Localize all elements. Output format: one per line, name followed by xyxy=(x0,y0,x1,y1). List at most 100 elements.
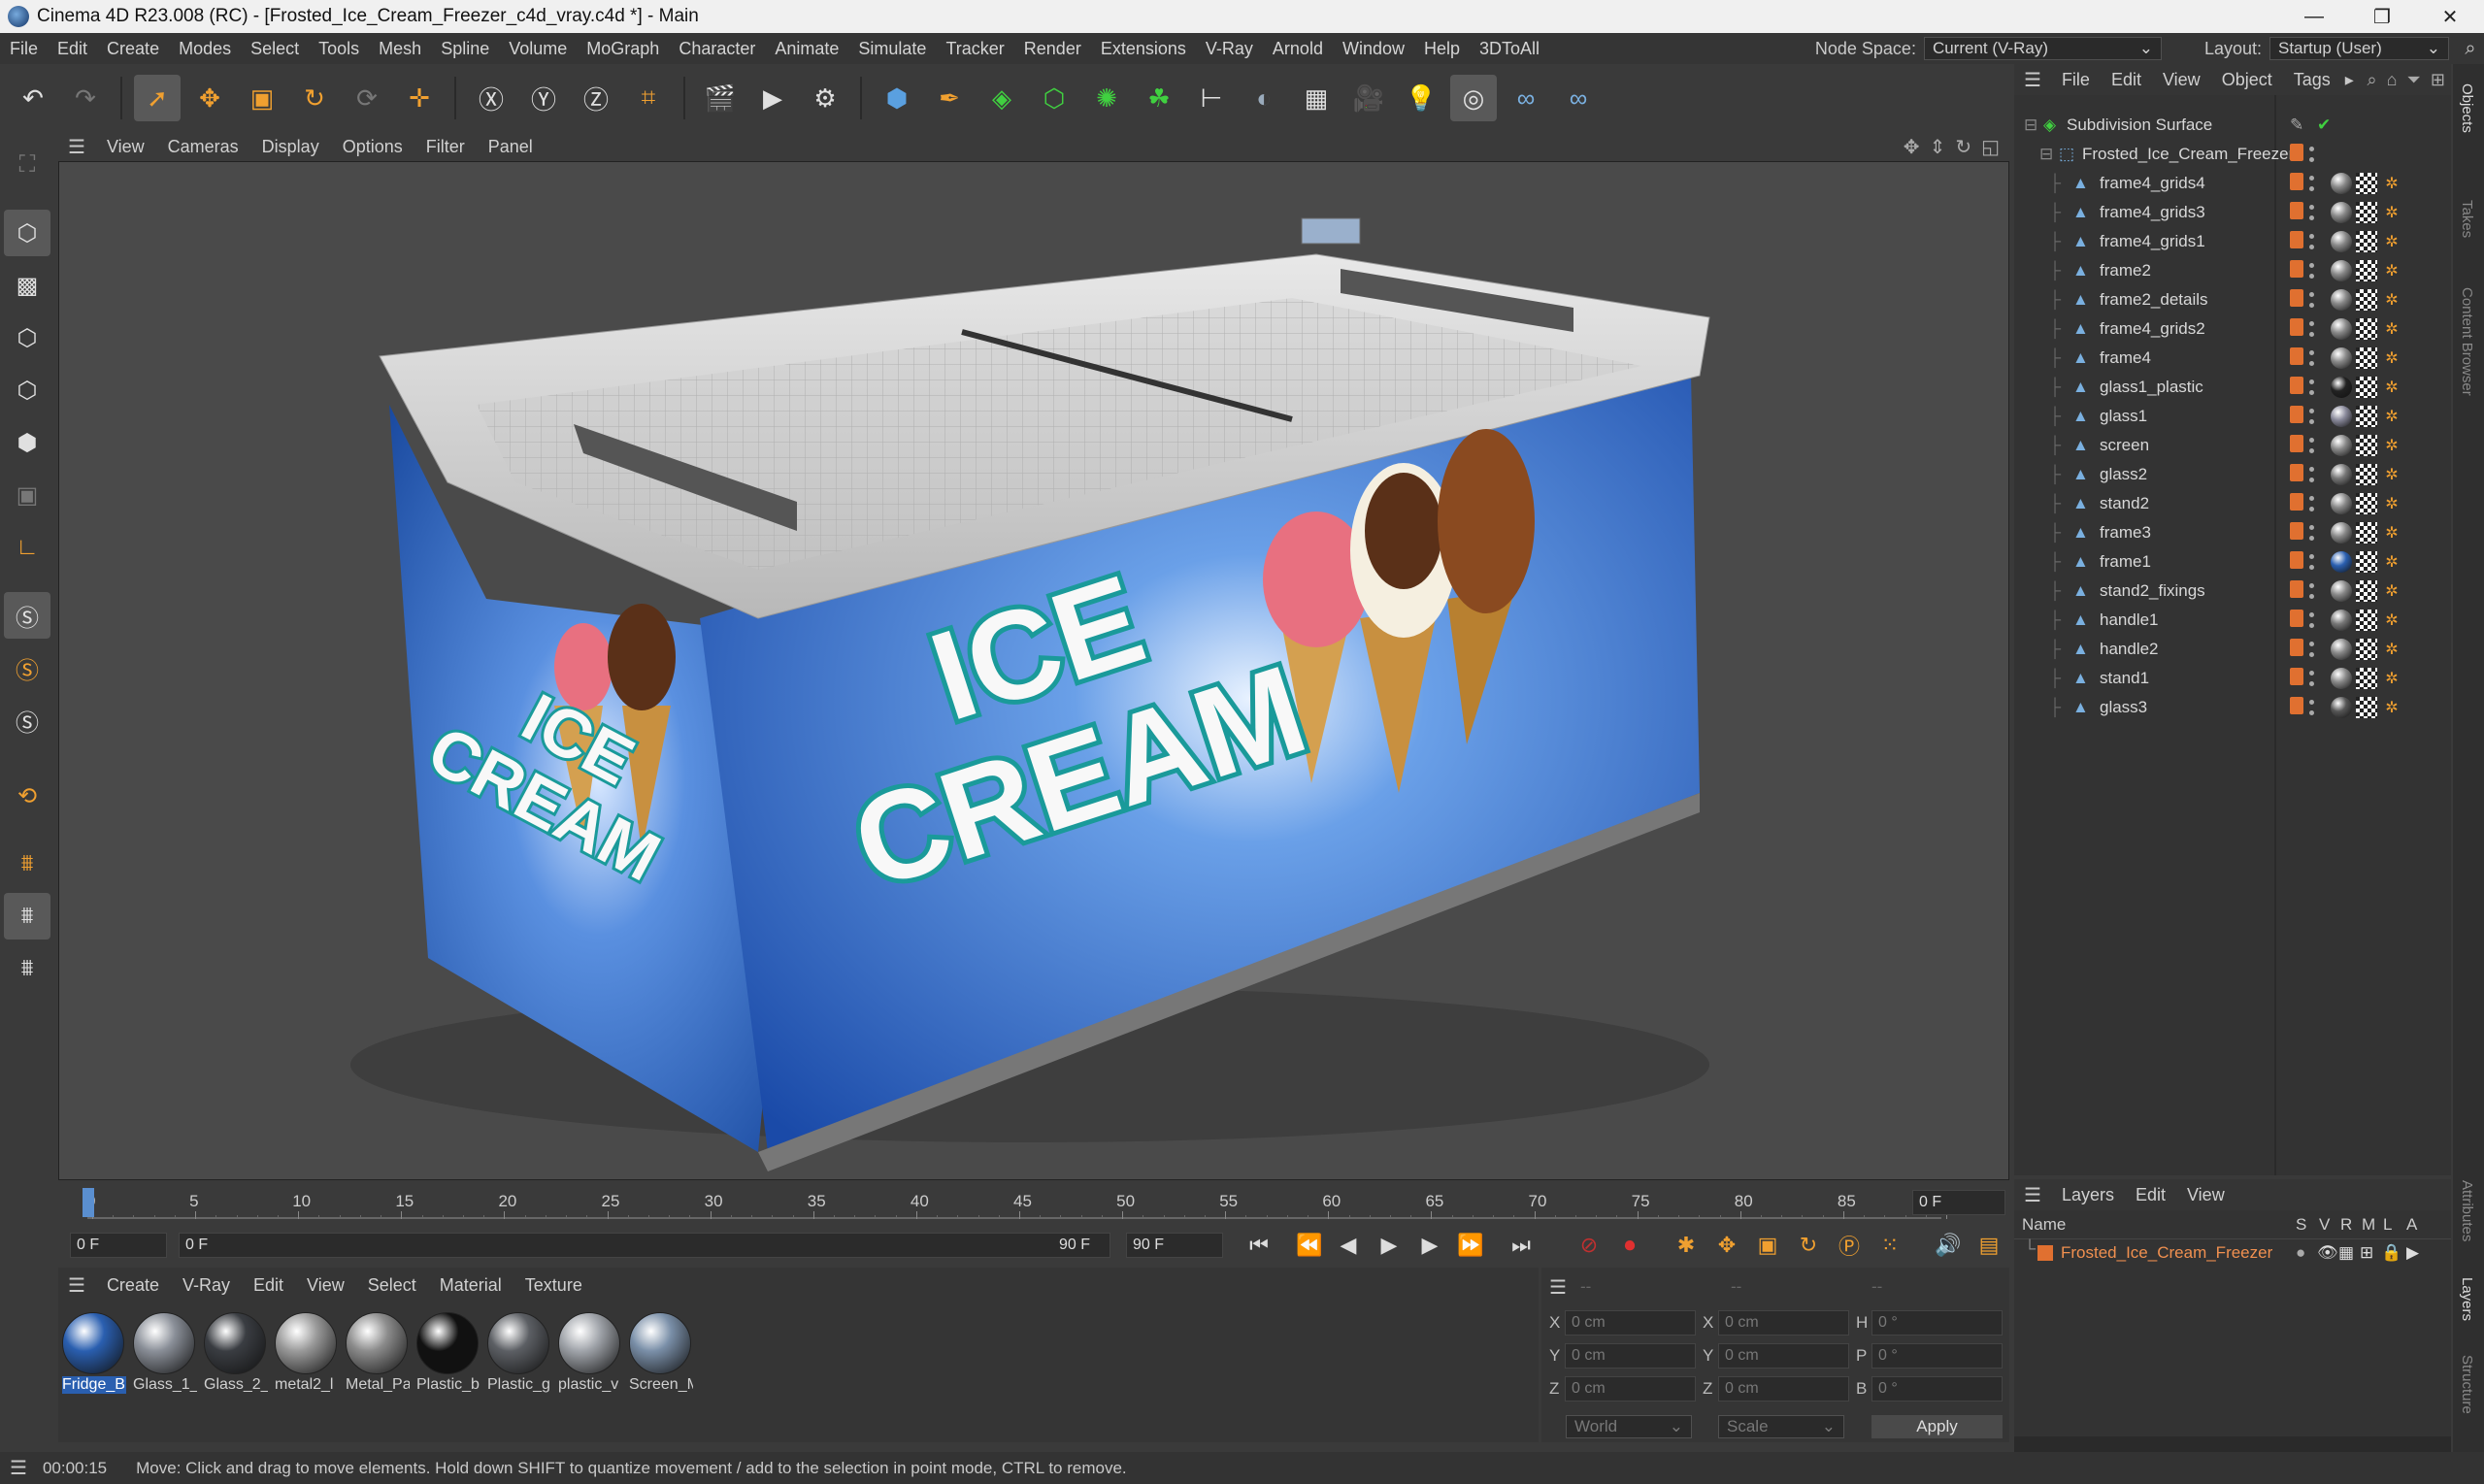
uv-mode-icon[interactable]: ▣ xyxy=(4,472,50,518)
vray-tag-icon[interactable]: ✲ xyxy=(2381,610,2402,631)
menu-edit[interactable]: Edit xyxy=(48,39,97,59)
vray-tag-icon[interactable]: ✲ xyxy=(2381,639,2402,660)
material-tag-icon[interactable] xyxy=(2331,260,2352,281)
layer-color-swatch[interactable] xyxy=(2290,551,2303,569)
object-row[interactable]: ├ ▲ frame1 ✲ xyxy=(2014,547,2451,577)
layer-color-swatch[interactable] xyxy=(2290,347,2303,365)
uvw-tag-icon[interactable] xyxy=(2356,610,2377,631)
layer-menu-view[interactable]: View xyxy=(2176,1185,2236,1205)
visibility-dots[interactable] xyxy=(2307,173,2315,194)
recent-tool-icon[interactable]: ⟳ xyxy=(344,75,390,121)
key-scale-icon[interactable]: ▣ xyxy=(1751,1231,1784,1260)
layer-color-swatch[interactable] xyxy=(2290,406,2303,423)
layer-color-swatch[interactable] xyxy=(2290,260,2303,278)
material-menu-material[interactable]: Material xyxy=(428,1275,513,1296)
start-frame-field[interactable]: 0 F xyxy=(70,1233,167,1258)
material-tag-icon[interactable] xyxy=(2331,289,2352,311)
workplane-icon[interactable]: ⟲ xyxy=(4,773,50,819)
uvw-tag-icon[interactable] xyxy=(2356,406,2377,427)
new-window-icon[interactable]: ⊞ xyxy=(2431,70,2445,90)
material-tag-icon[interactable] xyxy=(2331,580,2352,602)
visibility-dots[interactable] xyxy=(2307,639,2315,660)
uvw-tag-icon[interactable] xyxy=(2356,435,2377,456)
key-position-icon[interactable]: ✥ xyxy=(1710,1231,1743,1260)
next-frame-icon[interactable]: ▶ xyxy=(1413,1231,1446,1260)
vray-tag-icon[interactable]: ✲ xyxy=(2381,231,2402,252)
layer-color-swatch[interactable] xyxy=(2290,697,2303,714)
vray-tag-icon[interactable]: ✲ xyxy=(2381,260,2402,281)
workplane-align-icon[interactable]: ⩩ xyxy=(4,945,50,992)
layer-row[interactable]: └ Frosted_Ice_Cream_Freezer ● 👁 ▦ ⊞ 🔒 ▶ xyxy=(2014,1239,2451,1267)
vray-tag-icon[interactable]: ✲ xyxy=(2381,435,2402,456)
object-row[interactable]: ├ ▲ glass1 ✲ xyxy=(2014,402,2451,431)
current-frame-field[interactable]: 0 F xyxy=(1912,1190,2005,1215)
visibility-dots[interactable] xyxy=(2307,551,2315,573)
play-icon[interactable]: ▶ xyxy=(1373,1231,1406,1260)
object-row[interactable]: ├ ▲ frame4 ✲ xyxy=(2014,344,2451,373)
menu-mograph[interactable]: MoGraph xyxy=(577,39,669,59)
uvw-tag-icon[interactable] xyxy=(2356,231,2377,252)
coord-mode-dropdown[interactable]: Scale ⌄ xyxy=(1718,1415,1844,1438)
prev-key-icon[interactable]: ⏪ xyxy=(1293,1231,1326,1260)
coord-rot-field[interactable]: 0 ° xyxy=(1871,1343,2003,1369)
minimize-button[interactable]: — xyxy=(2280,0,2348,33)
uvw-tag-icon[interactable] xyxy=(2356,522,2377,544)
viewport-menu-panel[interactable]: Panel xyxy=(477,137,545,157)
menu-spline[interactable]: Spline xyxy=(431,39,499,59)
layer-color-swatch[interactable] xyxy=(2290,464,2303,481)
coordinate-system-icon[interactable]: ⌗ xyxy=(625,75,672,121)
menu-extensions[interactable]: Extensions xyxy=(1091,39,1196,59)
object-row[interactable]: ├ ▲ stand1 ✲ xyxy=(2014,664,2451,693)
material-tag-icon[interactable] xyxy=(2331,639,2352,660)
uvw-tag-icon[interactable] xyxy=(2356,639,2377,660)
visibility-dots[interactable] xyxy=(2307,144,2315,165)
maximize-view-icon[interactable]: ◱ xyxy=(1981,135,2000,159)
layer-color-swatch[interactable] xyxy=(2290,668,2303,685)
dolly-icon[interactable]: ⇕ xyxy=(1930,135,1946,159)
uvw-tag-icon[interactable] xyxy=(2356,580,2377,602)
search-icon[interactable]: ⌕ xyxy=(2368,70,2377,90)
material-swatch[interactable]: Plastic_g xyxy=(487,1312,551,1400)
material-swatch[interactable]: Glass_2_ xyxy=(204,1312,268,1400)
object-menu-view[interactable]: View xyxy=(2152,70,2211,90)
side-tab-layers[interactable]: Layers xyxy=(2459,1277,2475,1321)
side-tab-content-browser[interactable]: Content Browser xyxy=(2459,287,2475,396)
menu-file[interactable]: File xyxy=(0,39,48,59)
material-tag-icon[interactable] xyxy=(2331,406,2352,427)
maximize-button[interactable]: ❐ xyxy=(2348,0,2416,33)
apply-button[interactable]: Apply xyxy=(1871,1415,2003,1438)
layout-dropdown[interactable]: Startup (User) ⌄ xyxy=(2269,37,2449,60)
layer-column-a[interactable]: A xyxy=(2406,1215,2417,1235)
coord-pos-field[interactable]: 0 cm xyxy=(1565,1310,1696,1336)
vray-icon[interactable]: ◎ xyxy=(1450,75,1497,121)
record-disabled-icon[interactable]: ⊘ xyxy=(1573,1231,1606,1260)
object-menu-tags[interactable]: Tags xyxy=(2283,70,2341,90)
pan-icon[interactable]: ✥ xyxy=(1904,135,1920,159)
coord-rot-field[interactable]: 0 ° xyxy=(1871,1376,2003,1402)
layer-scrollbar[interactable] xyxy=(2014,1436,2451,1452)
material-swatch[interactable]: Metal_Pa xyxy=(346,1312,410,1400)
side-tab-structure[interactable]: Structure xyxy=(2459,1355,2475,1414)
visibility-dots[interactable] xyxy=(2307,435,2315,456)
axis-mode-icon[interactable]: ∟ xyxy=(4,524,50,571)
object-row[interactable]: ├ ▲ frame2 ✲ xyxy=(2014,256,2451,285)
point-mode-icon[interactable]: ⬡ xyxy=(4,314,50,361)
keyframe-selection-icon[interactable]: ✱ xyxy=(1670,1231,1703,1260)
home-icon[interactable]: ⌂ xyxy=(2387,70,2398,90)
layer-color-swatch[interactable] xyxy=(2037,1245,2053,1261)
locked-workplane-icon[interactable]: ⩩ xyxy=(4,893,50,940)
visibility-dots[interactable] xyxy=(2307,231,2315,252)
key-pla-icon[interactable]: ⁙ xyxy=(1873,1231,1906,1260)
vray-tag-icon[interactable]: ✲ xyxy=(2381,580,2402,602)
visibility-dots[interactable] xyxy=(2307,464,2315,485)
material-tag-icon[interactable] xyxy=(2331,202,2352,223)
python-script-2-icon[interactable]: ∞ xyxy=(1555,75,1602,121)
key-parameter-icon[interactable]: Ⓟ xyxy=(1833,1231,1866,1260)
object-menu-edit[interactable]: Edit xyxy=(2101,70,2152,90)
y-axis-lock-icon[interactable]: Ⓨ xyxy=(520,75,567,121)
pen-spline-icon[interactable]: ✒ xyxy=(926,75,973,121)
coord-pos-field[interactable]: 0 cm xyxy=(1565,1376,1696,1402)
vray-tag-icon[interactable]: ✲ xyxy=(2381,289,2402,311)
material-swatch[interactable]: Glass_1_ xyxy=(133,1312,197,1400)
coord-size-field[interactable]: 0 cm xyxy=(1718,1376,1849,1402)
